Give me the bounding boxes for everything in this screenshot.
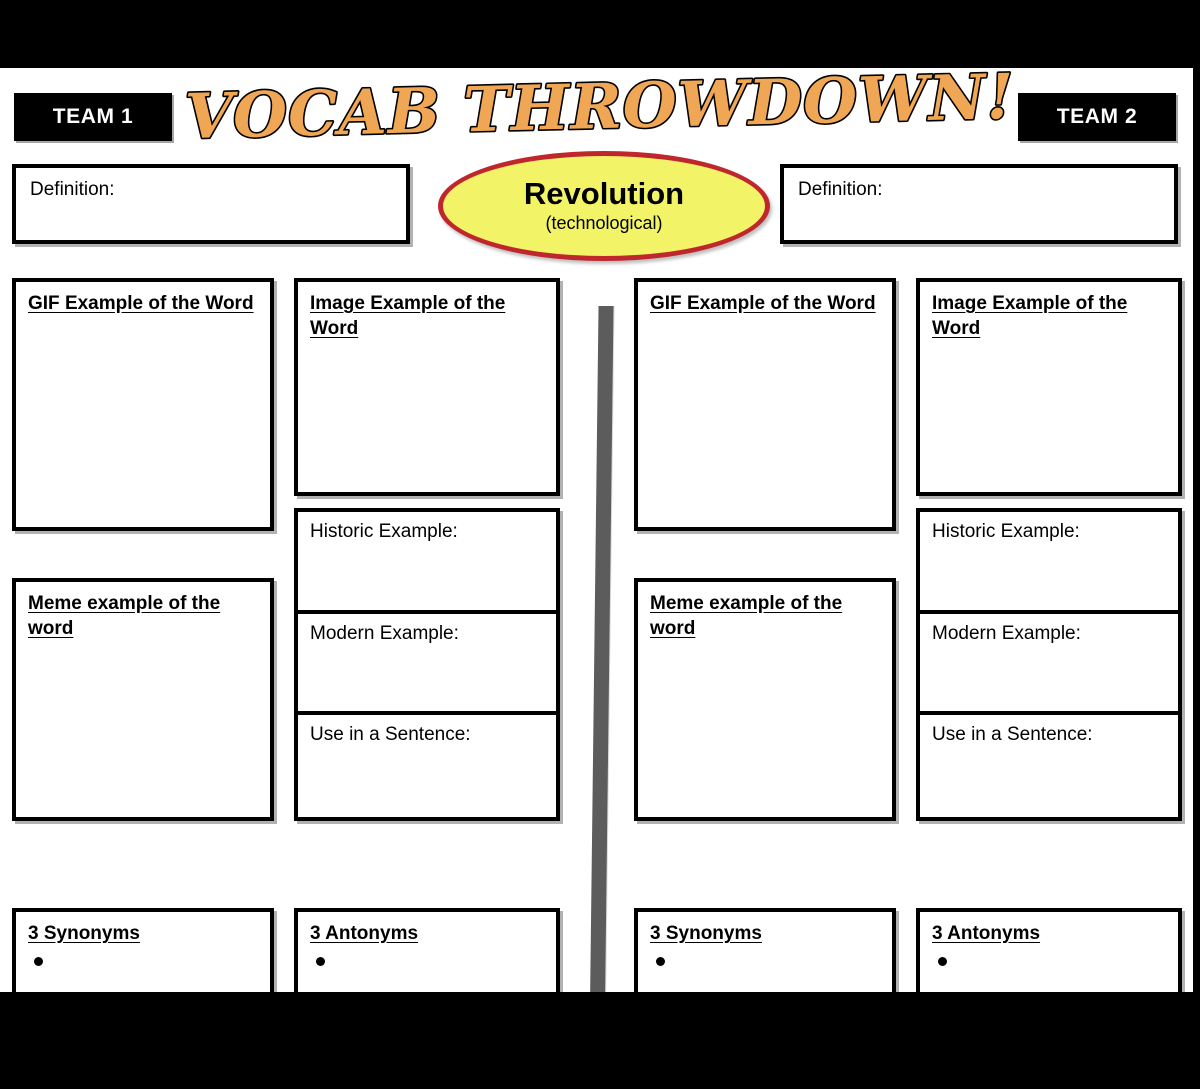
team-1-examples-stack: Historic Example: Modern Example: Use in… [294, 508, 560, 821]
team-1-panel: GIF Example of the Word Meme example of … [12, 278, 568, 1046]
worksheet-canvas: TEAM 1 VOCAB THROWDOWN! TEAM 2 Definitio… [0, 58, 1193, 1048]
team-1-gif-example-box[interactable]: GIF Example of the Word [12, 278, 274, 531]
worksheet-page: TEAM 1 VOCAB THROWDOWN! TEAM 2 Definitio… [0, 0, 1200, 1089]
team-2-gif-example-box[interactable]: GIF Example of the Word [634, 278, 896, 531]
modern-example-label: Modern Example: [310, 622, 459, 644]
team-2-badge: TEAM 2 [1018, 93, 1176, 141]
team-1-meme-example-box[interactable]: Meme example of the word [12, 578, 274, 821]
gif-example-label: GIF Example of the Word [28, 293, 254, 314]
antonyms-list [920, 947, 1178, 970]
synonyms-label: 3 Synonyms [28, 923, 140, 944]
list-item[interactable] [316, 951, 556, 970]
team-2-definition-box[interactable]: Definition: [780, 164, 1178, 244]
team-1-definition-box[interactable]: Definition: [12, 164, 410, 244]
frame-top-bar [0, 0, 1200, 68]
team-2-image-example-box[interactable]: Image Example of the Word [916, 278, 1182, 496]
list-item[interactable] [938, 951, 1178, 970]
vocab-word: Revolution [523, 176, 685, 212]
frame-right-bar [1193, 0, 1200, 1089]
modern-example-label: Modern Example: [932, 622, 1081, 644]
meme-example-label: Meme example of the word [28, 593, 221, 639]
antonyms-label: 3 Antonyms [310, 923, 419, 944]
list-item[interactable] [656, 951, 892, 970]
team-2-badge-label: TEAM 2 [1056, 105, 1138, 128]
page-title: VOCAB THROWDOWN! [183, 58, 1017, 154]
use-in-sentence-label: Use in a Sentence: [932, 724, 1093, 746]
center-divider [589, 306, 614, 1048]
image-example-label: Image Example of the Word [932, 293, 1128, 339]
team-1-use-in-sentence-cell[interactable]: Use in a Sentence: [298, 715, 556, 817]
title-text: VOCAB THROWDOWN! [184, 60, 1015, 153]
frame-bottom-bar [0, 992, 1200, 1089]
title-graphic: VOCAB THROWDOWN! [183, 58, 1017, 154]
team-2-use-in-sentence-cell[interactable]: Use in a Sentence: [920, 715, 1178, 817]
definition-label: Definition: [798, 179, 883, 200]
team-1-image-example-box[interactable]: Image Example of the Word [294, 278, 560, 496]
team-2-meme-example-box[interactable]: Meme example of the word [634, 578, 896, 821]
team-1-badge: TEAM 1 [14, 93, 172, 141]
historic-example-label: Historic Example: [310, 521, 458, 542]
meme-example-label: Meme example of the word [650, 593, 843, 639]
team-1-modern-example-cell[interactable]: Modern Example: [298, 614, 556, 716]
antonyms-list [298, 947, 556, 970]
team-2-historic-example-cell[interactable]: Historic Example: [920, 512, 1178, 614]
vocab-word-qualifier: (technological) [545, 212, 663, 233]
image-example-label: Image Example of the Word [310, 293, 506, 339]
vocab-word-oval: Revolution (technological) [438, 151, 770, 261]
team-1-historic-example-cell[interactable]: Historic Example: [298, 512, 556, 614]
definition-label: Definition: [30, 179, 115, 200]
team-2-examples-stack: Historic Example: Modern Example: Use in… [916, 508, 1182, 821]
synonyms-list [638, 947, 892, 970]
team-1-badge-label: TEAM 1 [52, 105, 134, 128]
synonyms-label: 3 Synonyms [650, 923, 762, 944]
historic-example-label: Historic Example: [932, 521, 1080, 542]
list-item[interactable] [34, 951, 270, 970]
team-2-panel: GIF Example of the Word Meme example of … [634, 278, 1190, 1046]
use-in-sentence-label: Use in a Sentence: [310, 724, 471, 746]
team-2-modern-example-cell[interactable]: Modern Example: [920, 614, 1178, 716]
antonyms-label: 3 Antonyms [932, 923, 1041, 944]
gif-example-label: GIF Example of the Word [650, 293, 876, 314]
synonyms-list [16, 947, 270, 970]
